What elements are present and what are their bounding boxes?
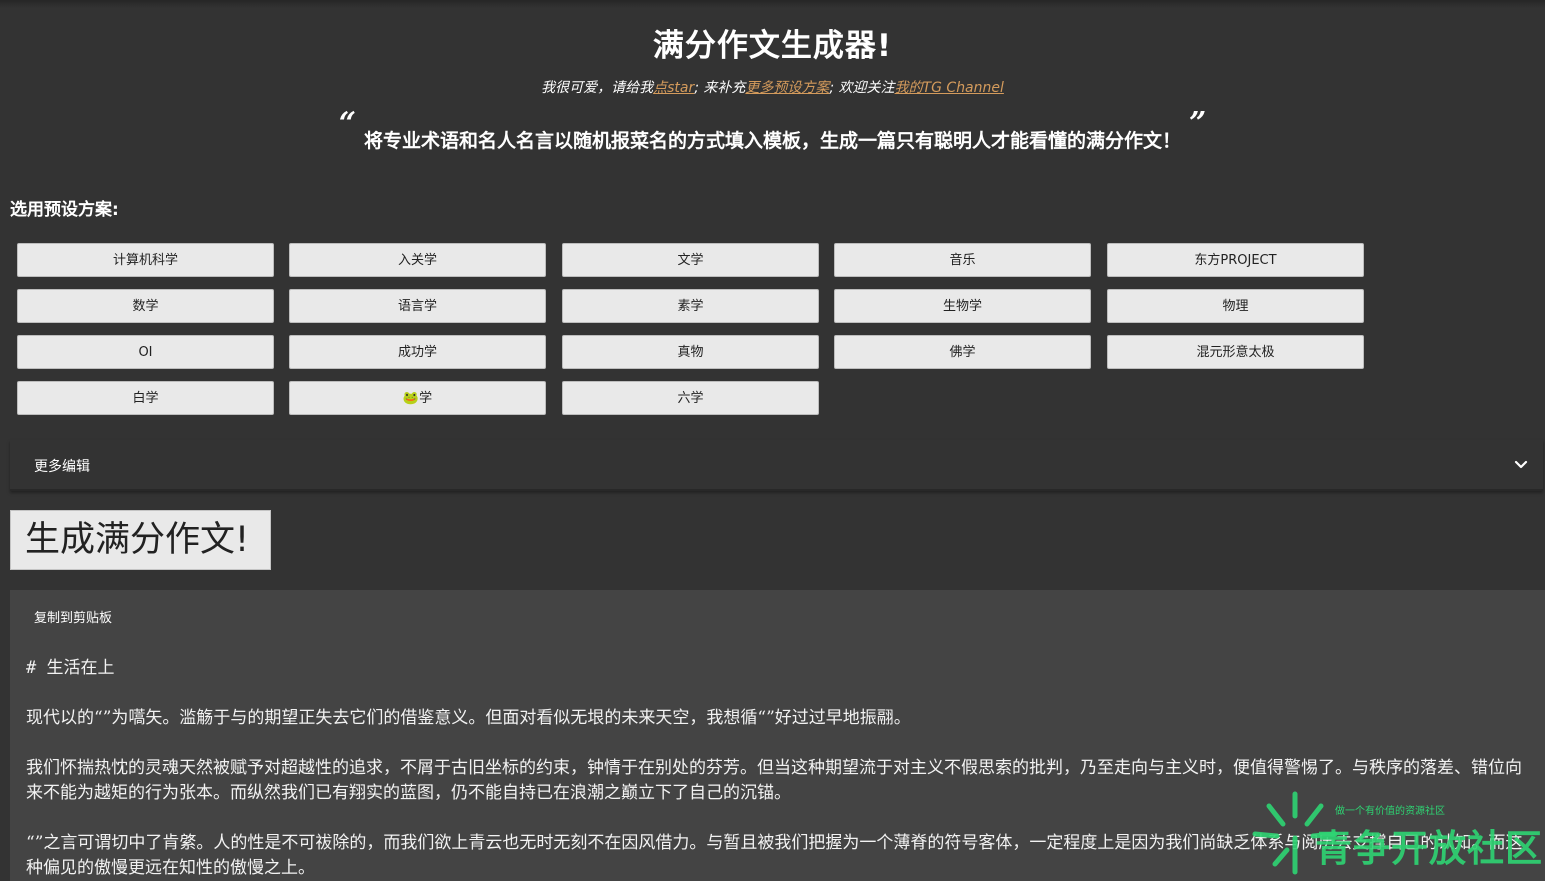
preset-button[interactable]: 计算机科学 [17, 243, 274, 277]
preset-button[interactable]: 真物 [562, 335, 819, 369]
top-shadow-bar [0, 0, 1545, 8]
watermark-slogan: 做一个有价值的资源社区 [1335, 806, 1445, 817]
star-link[interactable]: 点star [653, 80, 694, 96]
generate-essay-button[interactable]: 生成满分作文! [10, 510, 271, 570]
preset-button[interactable]: 东方PROJECT [1107, 243, 1364, 277]
preset-button[interactable]: 入关学 [289, 243, 546, 277]
chevron-down-icon [1514, 460, 1528, 469]
preset-button[interactable]: 数学 [17, 289, 274, 323]
subtitle-text-2: ; 来补充 [694, 80, 746, 96]
copy-to-clipboard-button[interactable]: 复制到剪贴板 [34, 607, 112, 626]
preset-button[interactable]: 🐸学 [289, 381, 546, 415]
more-edit-label: 更多编辑 [34, 459, 90, 475]
preset-button[interactable]: 六学 [562, 381, 819, 415]
preset-button[interactable]: 素学 [562, 289, 819, 323]
preset-button[interactable]: 白学 [17, 381, 274, 415]
preset-button[interactable]: 文学 [562, 243, 819, 277]
preset-button[interactable]: 物理 [1107, 289, 1364, 323]
preset-button[interactable]: 生物学 [834, 289, 1091, 323]
close-quote-mark: ” [1189, 106, 1207, 141]
preset-button[interactable]: OI [17, 335, 274, 369]
essay-paragraph: 我们怀揣热忱的灵魂天然被赋予对超越性的追求，不屑于古旧坐标的约束，钟情于在别处的… [26, 758, 1522, 803]
more-edit-toggle[interactable]: 更多编辑 [10, 440, 1543, 491]
preset-button[interactable]: 混元形意太极 [1107, 335, 1364, 369]
preset-button[interactable]: 成功学 [289, 335, 546, 369]
preset-button[interactable]: 语言学 [289, 289, 546, 323]
subtitle-text-1: 我很可爱，请给我 [541, 80, 654, 96]
page-title: 满分作文生成器! [652, 28, 893, 64]
preset-section-label: 选用预设方案: [10, 200, 119, 220]
subtitle-line: 我很可爱，请给我点star; 来补充更多预设方案; 欢迎关注我的TG Chann… [0, 77, 1545, 97]
essay-text: # 生活在上 现代以的“”为嚆矢。滥觞于与的期望正失去它们的借鉴意义。但面对看似… [26, 656, 1536, 881]
tagline-text: 将专业术语和名人名言以随机报菜名的方式填入模板，生成一篇只有聪明人才能看懂的满分… [363, 130, 1181, 152]
tg-channel-link[interactable]: 我的TG Channel [895, 80, 1004, 96]
essay-paragraph: “”之言可谓切中了肯綮。人的性是不可祓除的，而我们欲上青云也无时无刻不在因风借力… [26, 833, 1523, 878]
preset-button[interactable]: 音乐 [834, 243, 1091, 277]
watermark-brand: 青争开放社区 [1315, 827, 1543, 870]
tagline-quote: “ 将专业术语和名人名言以随机报菜名的方式填入模板，生成一篇只有聪明人才能看懂的满… [0, 106, 1545, 155]
open-quote-mark: “ [338, 106, 356, 141]
subtitle-text-3: ; 欢迎关注 [829, 80, 895, 96]
essay-heading: # 生活在上 [26, 658, 115, 678]
preset-button[interactable]: 佛学 [834, 335, 1091, 369]
more-presets-link[interactable]: 更多预设方案 [745, 80, 829, 96]
essay-paragraph: 现代以的“”为嚆矢。滥觞于与的期望正失去它们的借鉴意义。但面对看似无垠的未来天空… [26, 708, 911, 728]
